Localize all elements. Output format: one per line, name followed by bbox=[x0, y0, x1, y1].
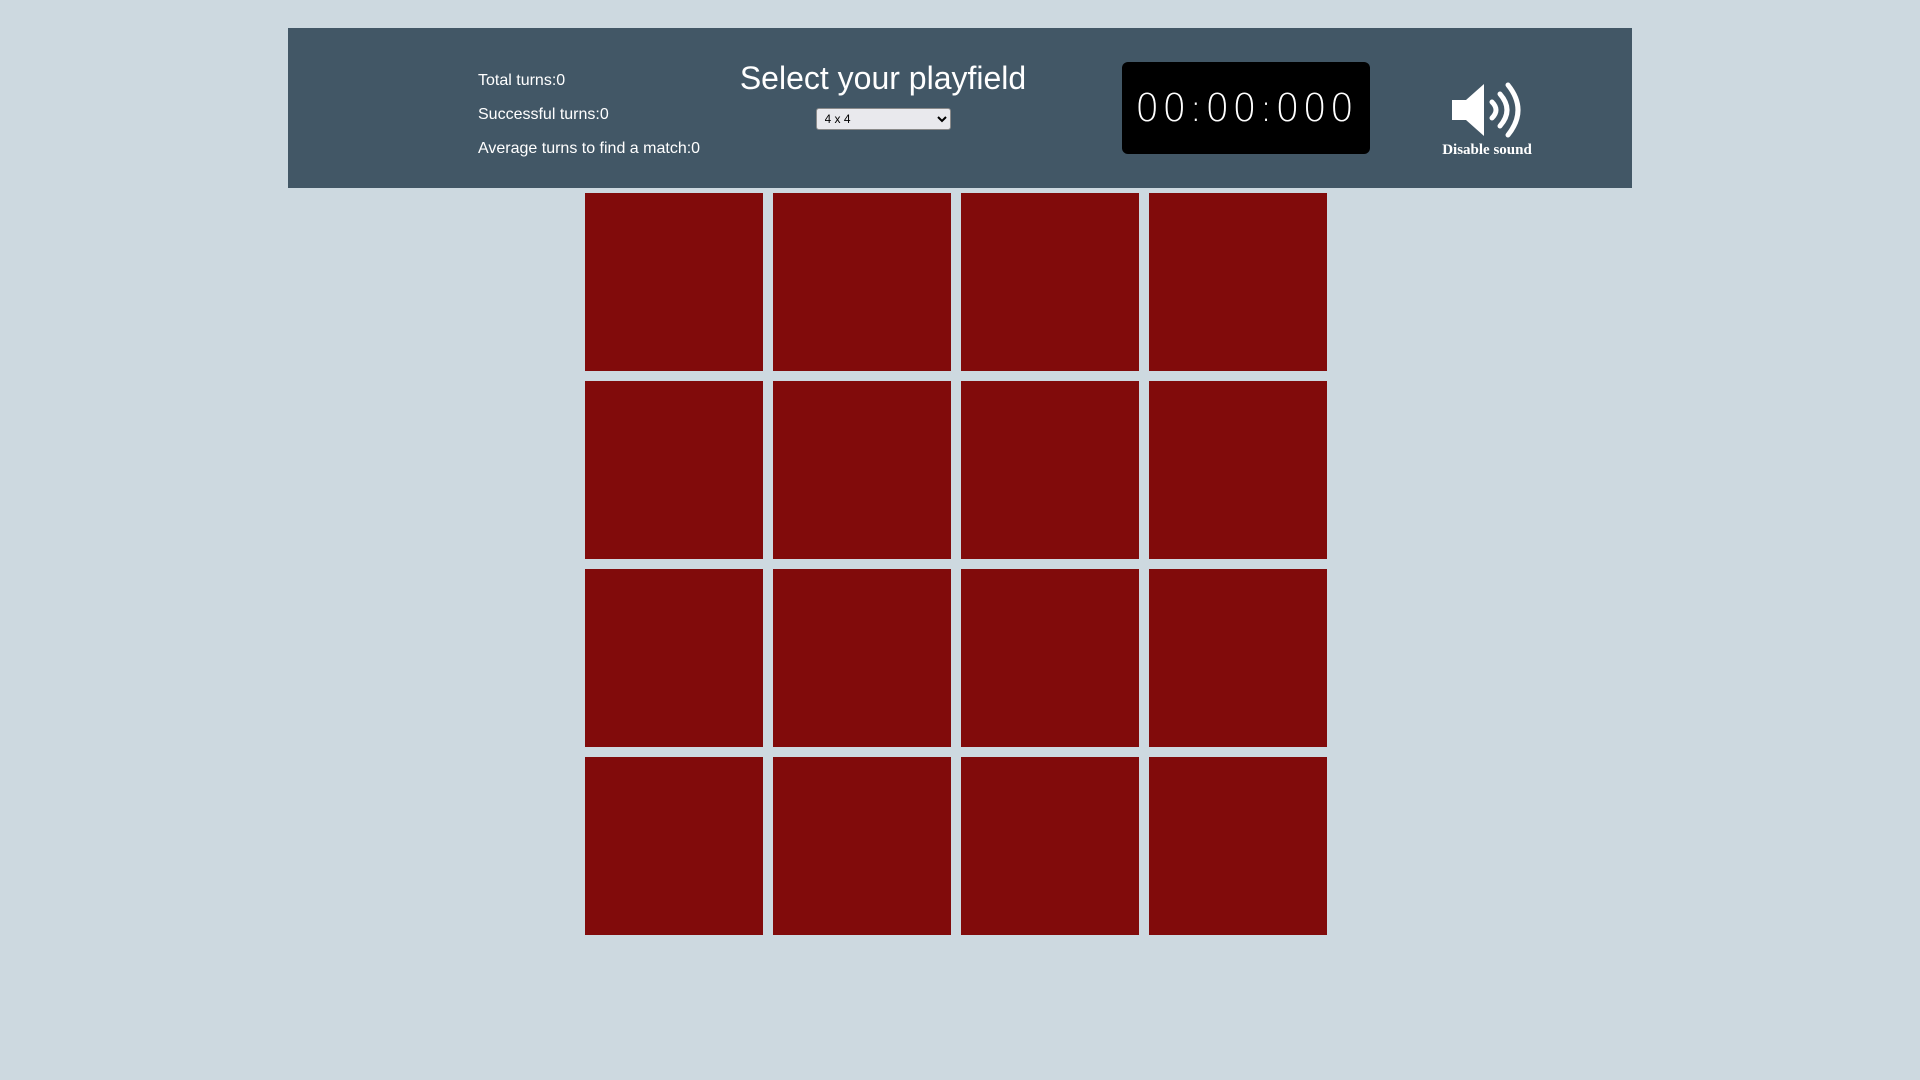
memory-card[interactable] bbox=[961, 381, 1139, 559]
speaker-icon bbox=[1452, 82, 1521, 138]
card-board bbox=[585, 193, 1329, 935]
memory-card[interactable] bbox=[773, 193, 951, 371]
sound-label: Disable sound bbox=[1442, 142, 1532, 158]
average-turns: Average turns to find a match:0 bbox=[478, 140, 701, 157]
memory-card[interactable] bbox=[1149, 569, 1327, 747]
memory-card[interactable] bbox=[961, 757, 1139, 935]
memory-card[interactable] bbox=[1149, 381, 1327, 559]
memory-card[interactable] bbox=[773, 569, 951, 747]
successful-turns: Successful turns:0 bbox=[478, 106, 609, 123]
disable-sound-button[interactable]: Disable sound bbox=[1432, 80, 1542, 159]
memory-card[interactable] bbox=[1149, 193, 1327, 371]
memory-card[interactable] bbox=[585, 381, 763, 559]
memory-card[interactable] bbox=[961, 569, 1139, 747]
playfield-selector: Select your playfield 4 x 4 bbox=[728, 58, 1038, 130]
stats-panel: Total turns:0 Successful turns:0 Average… bbox=[478, 64, 700, 166]
memory-card[interactable] bbox=[585, 193, 763, 371]
timer-display: 00:00:000 bbox=[1122, 62, 1370, 154]
game-header: Total turns:0 Successful turns:0 Average… bbox=[288, 28, 1632, 188]
memory-card[interactable] bbox=[961, 193, 1139, 371]
memory-card[interactable] bbox=[585, 569, 763, 747]
memory-card[interactable] bbox=[1149, 757, 1327, 935]
memory-card[interactable] bbox=[773, 757, 951, 935]
playfield-select[interactable]: 4 x 4 bbox=[815, 108, 951, 130]
memory-card[interactable] bbox=[773, 381, 951, 559]
total-turns: Total turns:0 bbox=[478, 72, 566, 89]
memory-card[interactable] bbox=[585, 757, 763, 935]
playfield-title: Select your playfield bbox=[739, 60, 1027, 96]
